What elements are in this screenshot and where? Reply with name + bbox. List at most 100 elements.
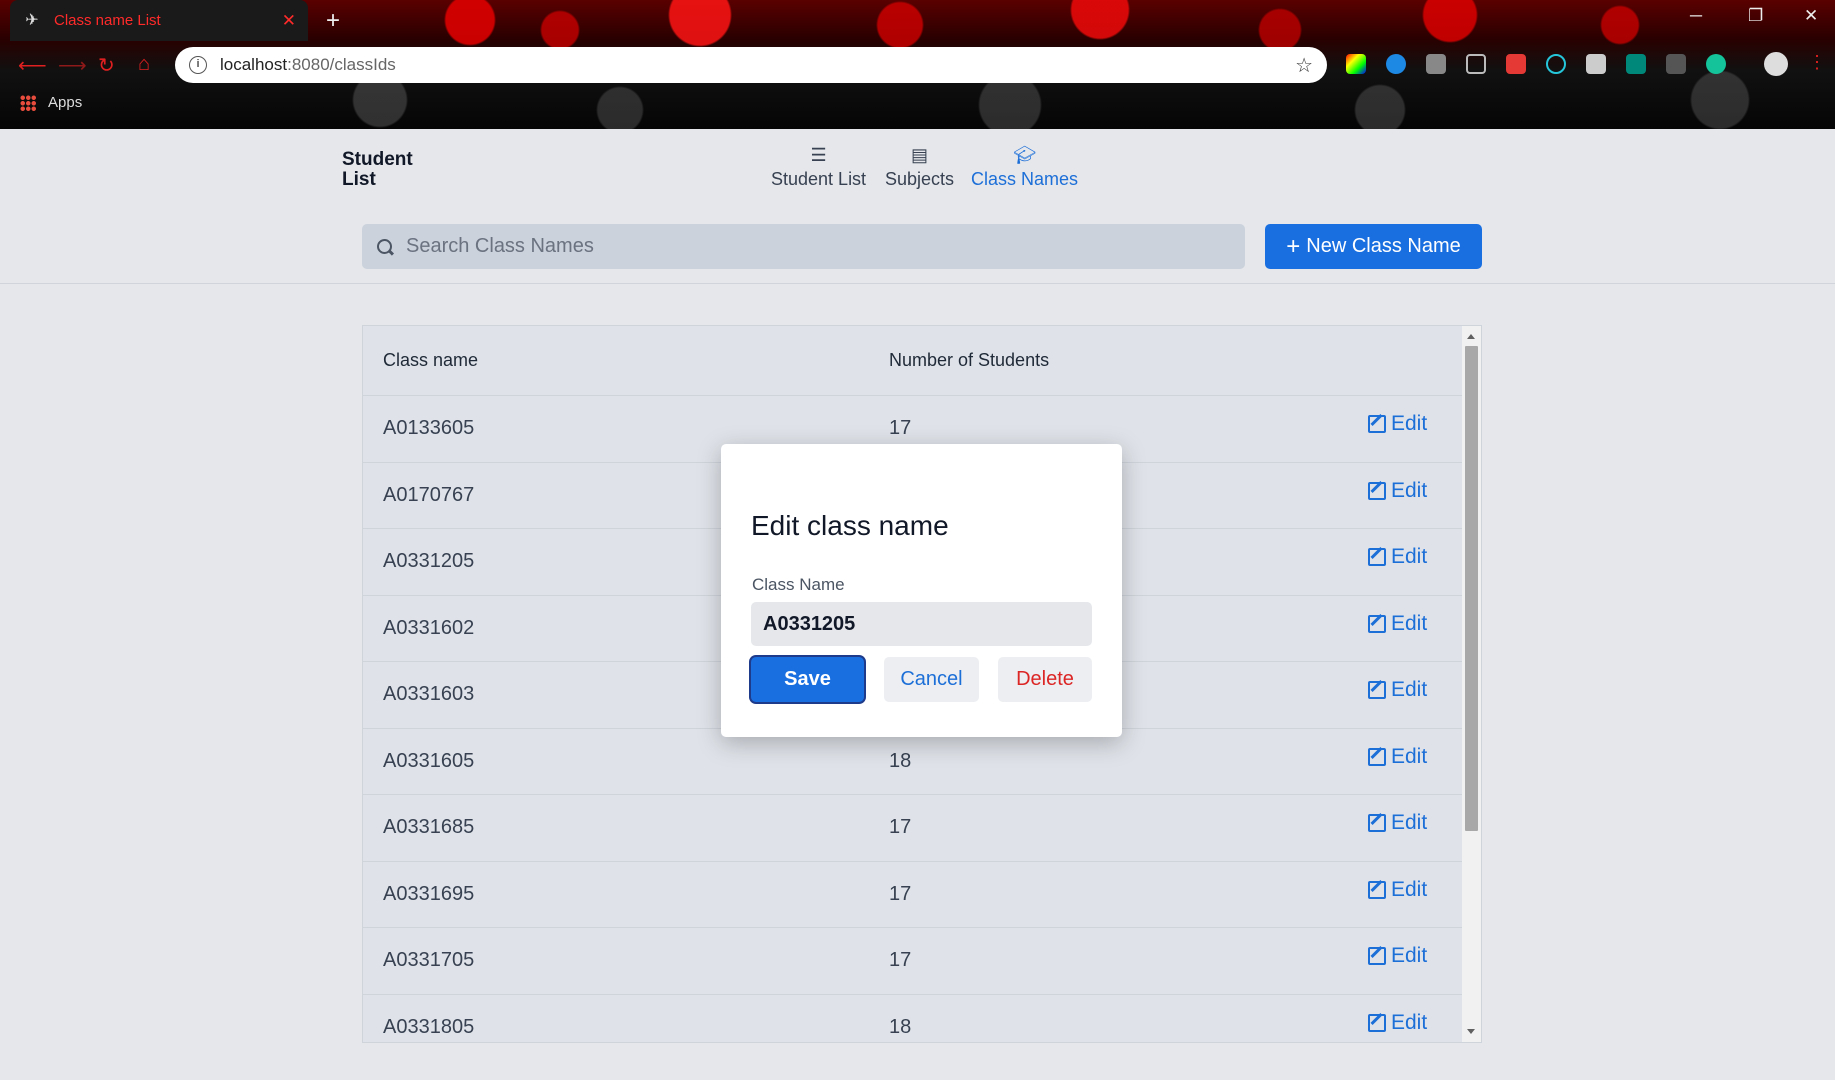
edit-label: Edit (1391, 944, 1428, 967)
edit-icon (1368, 1013, 1386, 1032)
extension-icon[interactable] (1586, 54, 1606, 74)
url-path: :8080/classIds (287, 55, 396, 74)
edit-icon (1368, 880, 1386, 899)
address-bar[interactable]: i localhost:8080/classIds ☆ (175, 47, 1327, 83)
table-row: A0331685 17 Edit (363, 795, 1481, 862)
class-name-label: Class Name (752, 575, 845, 594)
close-window-button[interactable]: ✕ (1804, 6, 1818, 26)
edit-button[interactable]: Edit (1368, 678, 1427, 702)
search-input[interactable] (406, 235, 1206, 258)
extension-icon[interactable] (1426, 54, 1446, 74)
student-count-cell: 17 (889, 882, 912, 905)
edit-label: Edit (1391, 611, 1428, 635)
edit-icon (1368, 415, 1386, 433)
color-extension-icon[interactable] (1346, 54, 1366, 74)
save-button[interactable]: Save (751, 657, 864, 702)
nav-class-names[interactable]: 🎓︎ Class Names (971, 145, 1078, 190)
edit-button[interactable]: Edit (1368, 878, 1427, 902)
student-count-cell: 17 (889, 816, 912, 839)
edit-icon (1368, 814, 1386, 832)
edit-icon (1368, 548, 1386, 566)
class-name-cell: A0331685 (383, 816, 475, 839)
edit-label: Edit (1391, 877, 1428, 901)
extension-icon[interactable] (1546, 54, 1566, 74)
bookmarks-bar: Apps (20, 94, 82, 111)
url-text[interactable]: localhost:8080/classIds (220, 55, 1295, 75)
scroll-up-icon[interactable] (1467, 334, 1475, 339)
column-class-name: Class name (383, 350, 479, 370)
plus-icon: + (1286, 232, 1301, 260)
student-count-cell: 17 (889, 417, 912, 440)
cancel-button[interactable]: Cancel (884, 657, 979, 702)
edit-label: Edit (1391, 744, 1428, 768)
class-name-cell: A0331805 (383, 1015, 475, 1038)
edit-label: Edit (1391, 412, 1428, 435)
back-icon[interactable]: ⟵ (18, 53, 47, 78)
class-name-input[interactable] (751, 602, 1092, 646)
column-number-of-students: Number of Students (889, 350, 1050, 370)
student-count-cell: 18 (889, 749, 912, 772)
table-row: A0331605 18 Edit (363, 729, 1481, 795)
edit-button[interactable]: Edit (1368, 745, 1427, 769)
table-header: Class name Number of Students (363, 326, 1481, 396)
edit-icon (1368, 947, 1386, 965)
tab-close-icon[interactable]: ✕ (282, 11, 296, 31)
edit-button[interactable]: Edit (1368, 811, 1427, 835)
student-count-cell: 18 (889, 1015, 912, 1038)
search-bar[interactable] (362, 224, 1245, 269)
grammarly-icon[interactable] (1706, 54, 1726, 74)
forward-icon[interactable]: ⟶ (58, 53, 87, 78)
edit-label: Edit (1391, 478, 1428, 502)
brand-title[interactable]: Student List (342, 150, 432, 190)
edit-button[interactable]: Edit (1368, 612, 1427, 636)
table-row: A0331705 17 Edit (363, 928, 1481, 995)
edit-class-modal: Edit class name Class Name Save Cancel D… (721, 444, 1122, 737)
tab-title: Class name List (54, 12, 161, 29)
restore-button[interactable]: ❐ (1748, 6, 1763, 26)
class-name-cell: A0133605 (383, 417, 475, 440)
edit-icon (1368, 614, 1386, 633)
home-icon[interactable]: ⌂ (138, 53, 150, 76)
scroll-down-icon[interactable] (1467, 1029, 1475, 1034)
apps-grid-icon[interactable] (20, 94, 36, 111)
edit-button[interactable]: Edit (1368, 1011, 1427, 1035)
edit-label: Edit (1391, 1010, 1428, 1034)
apps-bookmark[interactable]: Apps (48, 94, 82, 111)
minimize-button[interactable]: ─ (1690, 6, 1702, 26)
scroll-thumb[interactable] (1465, 346, 1478, 831)
edit-button[interactable]: Edit (1368, 545, 1427, 569)
nav-subjects[interactable]: ▤ Subjects (885, 145, 954, 190)
nav-label: Student List (771, 169, 867, 189)
delete-button[interactable]: Delete (998, 657, 1092, 702)
extension-icon[interactable] (1466, 54, 1486, 74)
edit-button[interactable]: Edit (1368, 479, 1427, 503)
nav-student-list[interactable]: ☰ Student List (771, 145, 866, 190)
menu-icon[interactable]: ⋮ (1808, 52, 1826, 73)
student-count-cell: 17 (889, 949, 912, 972)
edit-icon (1368, 681, 1386, 699)
info-icon[interactable]: i (189, 56, 207, 74)
reload-icon[interactable]: ↻ (98, 53, 115, 78)
browser-chrome: ✈ Class name List ✕ + ─ ❐ ✕ ⟵ ⟶ ↻ ⌂ i lo… (0, 0, 1835, 129)
cloud-extension-icon[interactable] (1386, 54, 1406, 74)
extension-icon[interactable] (1626, 54, 1646, 74)
extension-icon[interactable] (1666, 54, 1686, 74)
new-class-name-button[interactable]: + New Class Name (1265, 224, 1482, 269)
class-name-cell: A0331695 (383, 882, 475, 905)
arrow-extension-icon[interactable] (1506, 54, 1526, 74)
table-row: A0331805 18 Edit (363, 995, 1481, 1043)
book-icon: ▤ (911, 145, 929, 165)
graduation-cap-icon: 🎓︎ (1013, 145, 1036, 165)
class-name-cell: A0331205 (383, 550, 475, 573)
bookmark-star-icon[interactable]: ☆ (1295, 53, 1313, 78)
browser-tab[interactable]: ✈ Class name List ✕ (10, 0, 308, 41)
nav-label: Subjects (885, 169, 955, 189)
new-tab-button[interactable]: + (326, 7, 340, 35)
edit-label: Edit (1391, 545, 1428, 568)
edit-button[interactable]: Edit (1368, 944, 1427, 968)
table-scrollbar[interactable] (1462, 326, 1481, 1042)
profile-avatar[interactable] (1764, 52, 1788, 76)
list-icon: ☰ (810, 145, 827, 165)
edit-button[interactable]: Edit (1368, 412, 1427, 436)
class-name-cell: A0331705 (383, 949, 475, 972)
